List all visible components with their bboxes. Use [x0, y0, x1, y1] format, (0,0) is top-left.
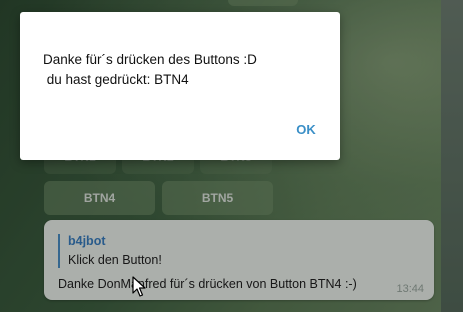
dialog-line-2: du hast gedrückt: BTN4	[43, 72, 189, 87]
mouse-cursor-icon	[132, 276, 146, 297]
alert-dialog: Danke für´s drücken des Buttons :D du ha…	[20, 12, 340, 160]
dialog-message: Danke für´s drücken des Buttons :D du ha…	[43, 50, 323, 90]
ok-button[interactable]: OK	[288, 118, 324, 140]
dialog-line-1: Danke für´s drücken des Buttons :D	[43, 52, 257, 67]
